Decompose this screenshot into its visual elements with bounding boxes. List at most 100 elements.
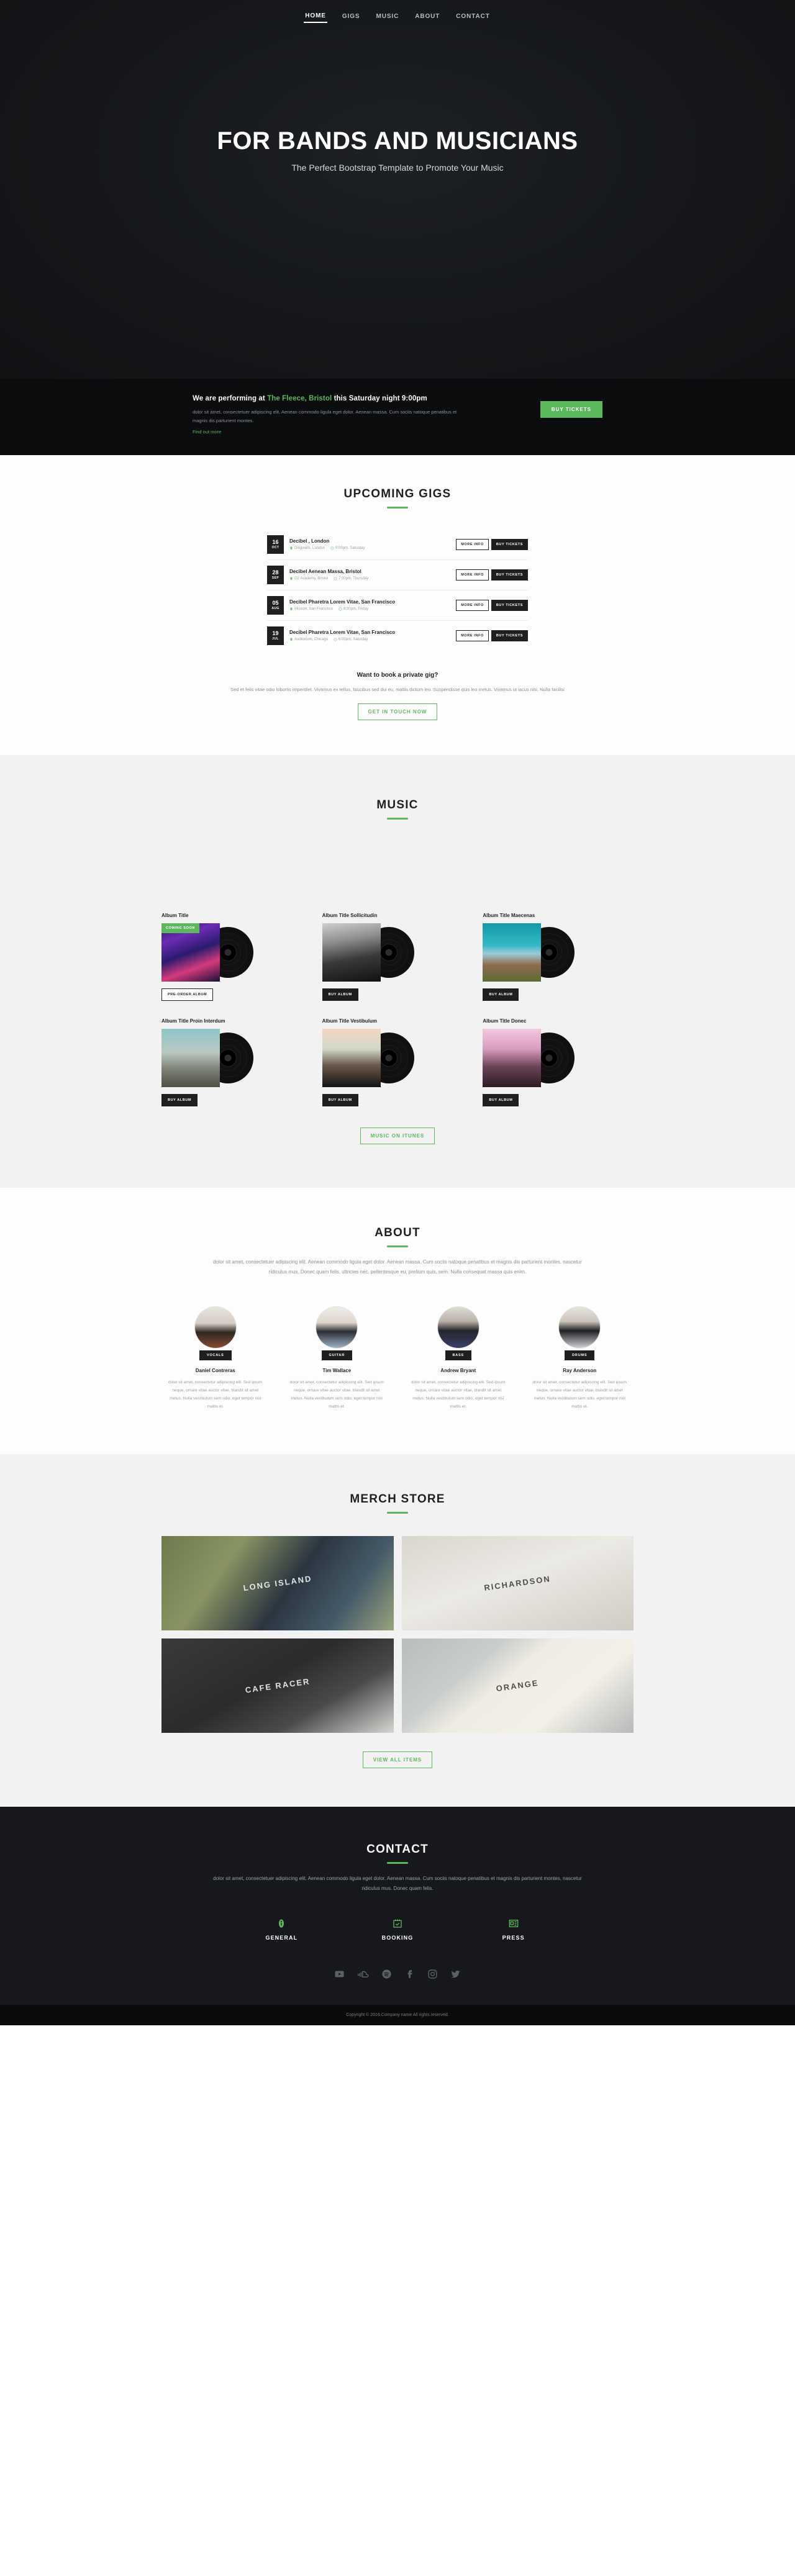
map-pin-icon: [290, 638, 293, 641]
nav-item-home[interactable]: HOME: [304, 10, 327, 23]
more-info-button[interactable]: MORE INFO: [456, 630, 489, 641]
map-pin-icon: [290, 577, 293, 581]
gig-day: 05: [272, 599, 279, 606]
album-title: Album Title Sollicitudin: [322, 913, 378, 919]
more-info-button[interactable]: MORE INFO: [456, 599, 489, 611]
gig-name: Decibel Pharetra Lorem Vitae, San Franci…: [289, 599, 396, 605]
section-rule: [387, 1512, 408, 1514]
buy-album-button[interactable]: BUY ALBUM: [322, 988, 358, 1001]
contact-column-booking[interactable]: BOOKING: [340, 1918, 456, 1941]
merch-item-label: CAFE RACER: [244, 1676, 311, 1696]
merch-item-label: ORANGE: [496, 1678, 540, 1694]
clock-icon: [334, 638, 337, 641]
gig-info: Decibel Aenean Massa, Bristol O2 Academy…: [284, 569, 456, 581]
nav-item-contact[interactable]: CONTACT: [455, 11, 491, 22]
album-card: Album Title Sollicitudin BUY ALBUM: [322, 913, 473, 1001]
hero-subtitle: The Perfect Bootstrap Template to Promot…: [291, 162, 504, 173]
nav-item-music[interactable]: MUSIC: [375, 11, 400, 22]
contact-column-label: BOOKING: [381, 1935, 414, 1941]
announcement-find-out-more-link[interactable]: Find out more: [193, 429, 221, 435]
section-rule: [387, 1245, 408, 1248]
buy-album-button[interactable]: BUY ALBUM: [322, 1094, 358, 1107]
instagram-icon[interactable]: [427, 1969, 438, 1979]
gig-date-badge: 05 AUG: [267, 595, 284, 615]
merch-item[interactable]: ORANGE: [401, 1638, 634, 1733]
facebook-icon[interactable]: [404, 1969, 415, 1979]
contact-column-press[interactable]: PRESS: [455, 1918, 571, 1941]
contact-header: CONTACT: [0, 1843, 795, 1864]
band-member-card: VOCALS Daniel Contreras dolor sit amet, …: [161, 1307, 270, 1411]
gig-date-badge: 19 JUL: [267, 626, 284, 645]
gigs-header: UPCOMING GIGS: [0, 487, 795, 508]
twitter-icon[interactable]: [450, 1969, 461, 1979]
announcement-head-post: this Saturday night 9:00pm: [332, 395, 427, 402]
gig-time: 7:00pm, Thursday: [334, 577, 368, 581]
merch-item[interactable]: CAFE RACER: [161, 1638, 394, 1733]
band-member-bio: dolor sit amet, consectetur adipiscing e…: [411, 1380, 506, 1409]
view-all-items-button[interactable]: VIEW ALL ITEMS: [362, 1751, 433, 1769]
album-artwork: [483, 1029, 596, 1088]
album-cover-image: [322, 923, 381, 982]
contact-column-general[interactable]: GENERAL: [224, 1918, 340, 1941]
nav-item-gigs[interactable]: GIGS: [341, 11, 361, 22]
avatar: [559, 1307, 601, 1349]
more-info-button[interactable]: MORE INFO: [456, 569, 489, 581]
table-row[interactable]: 28 SEP Decibel Aenean Massa, Bristol O2 …: [267, 560, 528, 590]
section-rule: [387, 1862, 408, 1864]
copyright-text: Copyright © 2016.Company name All rights…: [346, 2013, 449, 2018]
merch-item[interactable]: LONG ISLAND: [161, 1536, 394, 1631]
hero-section: HOME GIGS MUSIC ABOUT CONTACT FOR BANDS …: [0, 0, 795, 379]
album-cover-image: [483, 923, 542, 982]
about-lead-text: dolor sit amet, consectetuer adipiscing …: [213, 1259, 582, 1275]
music-section: MUSIC Album Title COMING SOON PRE-ORDER …: [0, 755, 795, 1188]
music-on-itunes-button[interactable]: MUSIC ON ITUNES: [360, 1128, 435, 1145]
table-row[interactable]: 19 JUL Decibel Pharetra Lorem Vitae, San…: [267, 621, 528, 651]
band-member-bio: dolor sit amet, consectetur adipiscing e…: [168, 1380, 263, 1409]
buy-tickets-button[interactable]: BUY TICKETS: [491, 569, 528, 581]
spotify-icon[interactable]: [381, 1969, 392, 1979]
buy-tickets-button[interactable]: BUY TICKETS: [540, 401, 602, 418]
table-row[interactable]: 16 OCT Decibel , London Dingwalls, Londo…: [267, 530, 528, 560]
coming-soon-badge: COMING SOON: [161, 923, 199, 934]
buy-album-button[interactable]: BUY ALBUM: [483, 1094, 519, 1107]
merch-item[interactable]: RICHARDSON: [401, 1536, 634, 1631]
band-member-name: Andrew Bryant: [440, 1368, 476, 1374]
gig-month: OCT: [271, 545, 279, 549]
nav-item-about[interactable]: ABOUT: [414, 11, 441, 22]
announcement-head-pre: We are performing at: [193, 395, 268, 402]
announcement-headline: We are performing at The Fleece, Bristol…: [193, 395, 460, 402]
soundcloud-icon[interactable]: [357, 1968, 369, 1980]
get-in-touch-button[interactable]: GET IN TOUCH NOW: [357, 703, 438, 721]
more-info-button[interactable]: MORE INFO: [456, 538, 489, 550]
album-title: Album Title Vestibulum: [322, 1018, 377, 1024]
announcement-venue-link[interactable]: The Fleece, Bristol: [267, 395, 332, 402]
gig-time: 9:00pm, Saturday: [330, 546, 365, 550]
buy-tickets-button[interactable]: BUY TICKETS: [491, 538, 528, 550]
pre-order-album-button[interactable]: PRE-ORDER ALBUM: [161, 988, 214, 1001]
contact-title: CONTACT: [366, 1843, 429, 1856]
buy-album-button[interactable]: BUY ALBUM: [483, 988, 519, 1001]
band-member-card: DRUMS Ray Anderson dolor sit amet, conse…: [526, 1307, 634, 1411]
table-row[interactable]: 05 AUG Decibel Pharetra Lorem Vitae, San…: [267, 590, 528, 621]
youtube-icon[interactable]: [334, 1969, 345, 1979]
clock-icon: [334, 577, 337, 581]
status-badge: VOCALS: [199, 1350, 232, 1361]
avatar: [437, 1307, 479, 1349]
album-artwork: [322, 923, 435, 982]
album-cover-image: [161, 1029, 220, 1088]
buy-tickets-button[interactable]: BUY TICKETS: [491, 630, 528, 641]
gigs-section: UPCOMING GIGS 16 OCT Decibel , London Di…: [0, 454, 795, 756]
band-member-name: Tim Wallace: [322, 1368, 352, 1374]
buy-album-button[interactable]: BUY ALBUM: [161, 1094, 198, 1107]
gig-location-text: Dingwalls, London: [294, 546, 325, 551]
gig-day: 28: [272, 569, 279, 576]
gig-location-text: O2 Academy, Bristol: [294, 577, 328, 581]
music-header: MUSIC: [0, 798, 795, 820]
merch-title: MERCH STORE: [350, 1493, 445, 1506]
hero-title: FOR BANDS AND MUSICIANS: [217, 127, 578, 155]
contact-column-label: PRESS: [502, 1935, 525, 1941]
merch-grid: LONG ISLAND RICHARDSON CAFE RACER ORANGE: [161, 1536, 634, 1733]
buy-tickets-button[interactable]: BUY TICKETS: [491, 599, 528, 611]
gig-day: 16: [272, 538, 279, 545]
social-links: [0, 1968, 795, 1980]
